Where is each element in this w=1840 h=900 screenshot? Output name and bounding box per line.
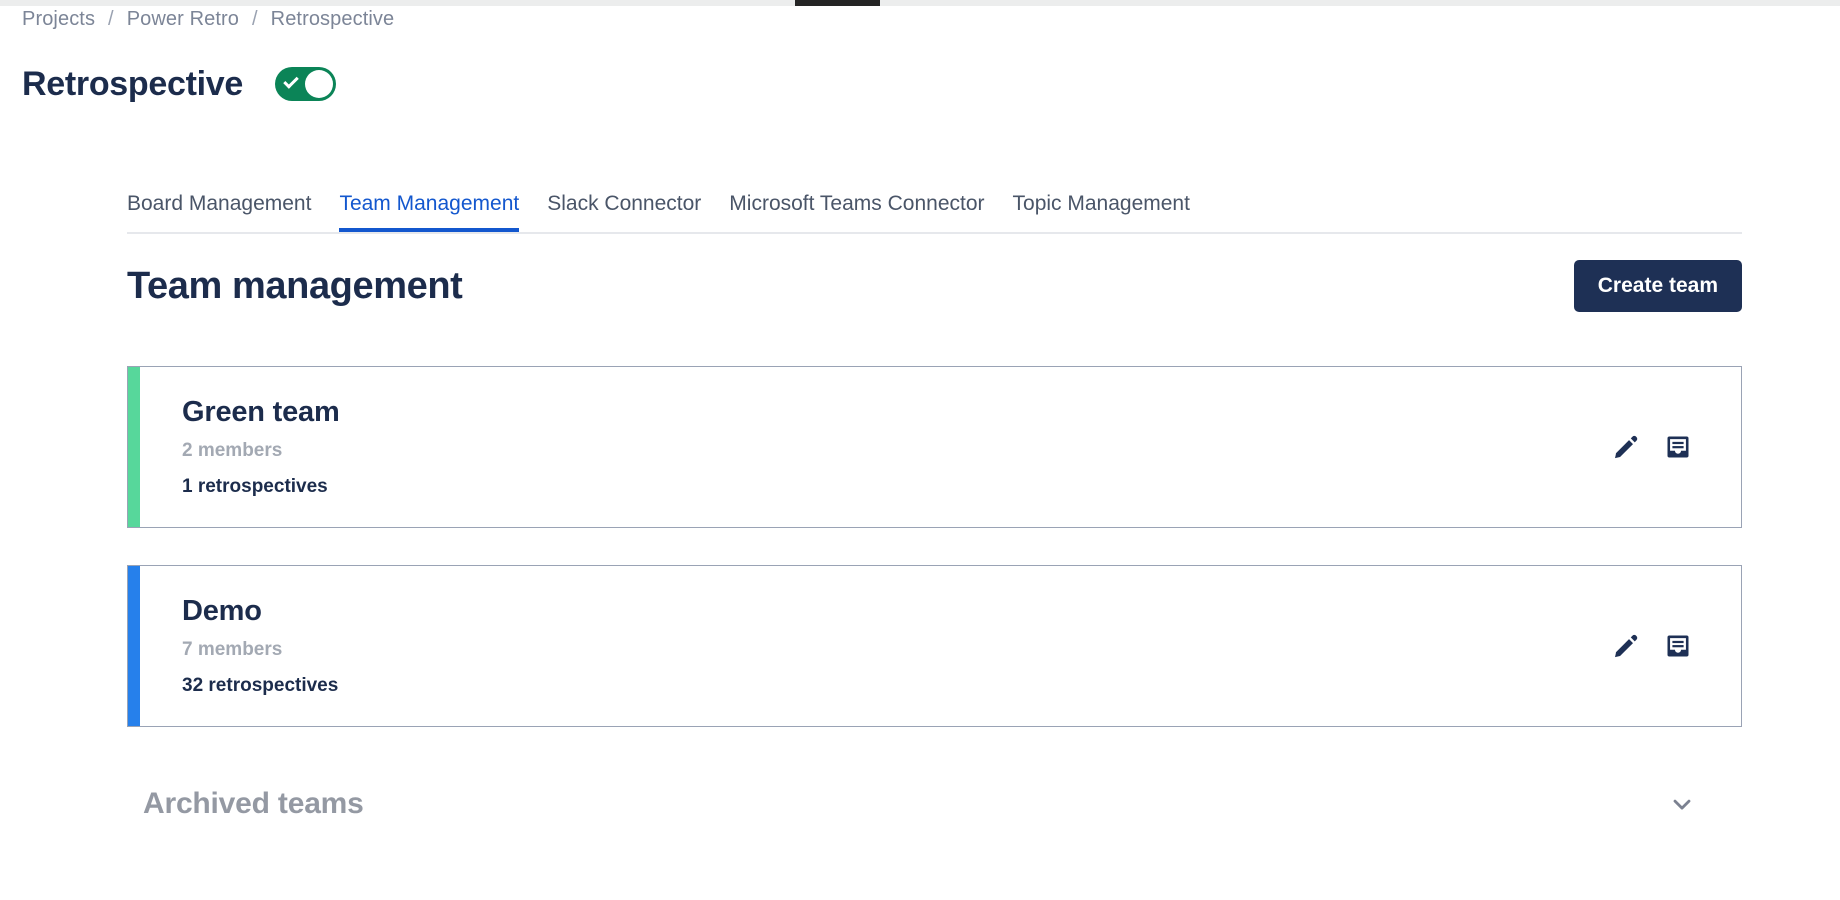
team-member-count: 7 members xyxy=(182,638,283,660)
edit-team-button[interactable] xyxy=(1611,631,1641,661)
archive-icon xyxy=(1667,635,1689,657)
section-title: Team management xyxy=(127,265,463,307)
team-name: Green team xyxy=(182,396,340,429)
tab-slack-connector[interactable]: Slack Connector xyxy=(547,192,701,230)
breadcrumb-separator: / xyxy=(251,8,258,30)
team-card-body: Demo 7 members 32 retrospectives xyxy=(128,595,1611,696)
tab-microsoft-teams-connector[interactable]: Microsoft Teams Connector xyxy=(729,192,984,230)
breadcrumb-item-power-retro[interactable]: Power Retro xyxy=(127,8,239,31)
check-icon xyxy=(283,72,299,89)
retrospective-enabled-toggle[interactable] xyxy=(274,66,336,101)
tab-team-management[interactable]: Team Management xyxy=(339,192,519,232)
tab-topic-management[interactable]: Topic Management xyxy=(1013,192,1190,230)
team-card[interactable]: Green team 2 members 1 retrospectives xyxy=(127,366,1742,528)
archive-team-button[interactable] xyxy=(1663,631,1693,661)
pencil-icon xyxy=(1615,435,1638,459)
pencil-icon xyxy=(1615,634,1638,658)
create-team-button[interactable]: Create team xyxy=(1573,260,1742,312)
team-list: Green team 2 members 1 retrospectives De… xyxy=(127,366,1742,764)
breadcrumb-separator: / xyxy=(108,8,114,30)
toggle-knob xyxy=(304,69,333,98)
team-name: Demo xyxy=(182,595,262,628)
breadcrumb: Projects / Power Retro / Retrospective xyxy=(22,8,394,31)
settings-tab-bar: Board Management Team Management Slack C… xyxy=(127,192,1742,234)
breadcrumb-item-projects[interactable]: Projects xyxy=(22,8,95,31)
archived-teams-section[interactable]: Archived teams xyxy=(143,774,1738,834)
breadcrumb-item-retrospective[interactable]: Retrospective xyxy=(271,8,395,31)
archive-icon xyxy=(1667,436,1689,458)
team-card[interactable]: Demo 7 members 32 retrospectives xyxy=(127,565,1742,727)
page-title-row: Retrospective xyxy=(22,44,336,124)
team-member-count: 2 members xyxy=(182,439,283,461)
archived-teams-title: Archived teams xyxy=(143,787,364,820)
archive-team-button[interactable] xyxy=(1663,432,1693,462)
team-card-body: Green team 2 members 1 retrospectives xyxy=(128,396,1611,497)
tab-board-management[interactable]: Board Management xyxy=(127,192,311,230)
team-accent-bar xyxy=(128,367,140,527)
page-title: Retrospective xyxy=(22,64,243,103)
chevron-down-icon[interactable] xyxy=(1668,790,1696,818)
team-card-actions xyxy=(1611,432,1741,462)
team-accent-bar xyxy=(128,566,140,726)
team-retrospective-count: 1 retrospectives xyxy=(182,475,328,497)
team-card-actions xyxy=(1611,631,1741,661)
page-root: Projects / Power Retro / Retrospective R… xyxy=(0,6,1840,900)
section-heading-row: Team management Create team xyxy=(127,256,1742,316)
edit-team-button[interactable] xyxy=(1611,432,1641,462)
team-retrospective-count: 32 retrospectives xyxy=(182,674,339,696)
